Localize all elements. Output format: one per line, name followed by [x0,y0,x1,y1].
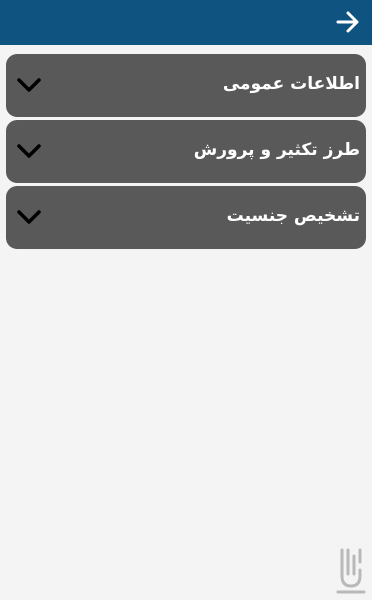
section-label: اطلاعات عمومی [222,74,360,94]
chevron-down-icon [17,78,41,92]
section-general-info[interactable]: اطلاعات عمومی [6,54,366,117]
section-label: تشخیص جنسیت [226,206,360,226]
arrow-right-icon [336,11,359,33]
section-list: اطلاعات عمومی طرز تکثیر و پرورش تشخیص جن… [6,54,366,252]
chevron-down-icon [17,210,41,224]
section-label: طرز تکثیر و پرورش [193,140,360,160]
section-breeding[interactable]: طرز تکثیر و پرورش [6,120,366,183]
back-button[interactable] [332,6,364,38]
app-bar [0,0,372,45]
section-gender-detection[interactable]: تشخیص جنسیت [6,186,366,249]
bazaar-logo-icon [336,548,366,594]
chevron-down-icon [17,144,41,158]
